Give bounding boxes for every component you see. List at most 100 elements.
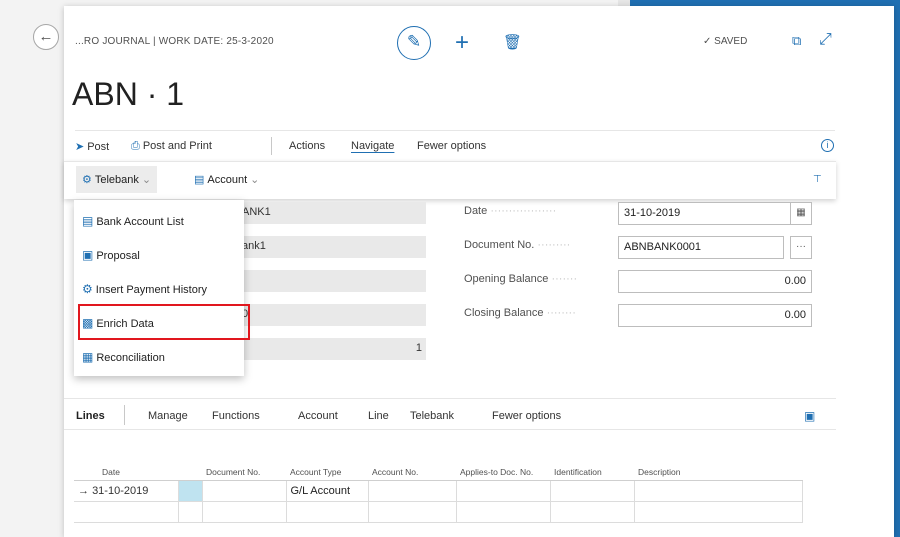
account-type-cell[interactable]: G/L Account (285, 479, 369, 502)
lines-line-menu[interactable]: Line (368, 410, 389, 422)
navigate-menu[interactable]: Navigate (351, 140, 394, 152)
chevron-down-icon: ⌄ (250, 174, 260, 186)
pin-icon[interactable]: ⊤ (813, 174, 822, 185)
chevron-down-icon: ⌄ (141, 174, 152, 186)
field-3[interactable] (238, 270, 426, 292)
lines-bar: Lines Manage Functions Account Line Tele… (64, 398, 836, 430)
expand-icon[interactable]: ⤢ (819, 31, 832, 49)
account-menu-button[interactable]: ▤ Account ⌄ (194, 173, 259, 186)
calendar-icon[interactable]: ▦ (790, 202, 812, 225)
applies-to-doc-no-cell[interactable] (455, 479, 551, 502)
row-arrow-icon: → (78, 484, 89, 497)
field-4[interactable]: 0 (238, 304, 426, 326)
leader-dots: ········· (537, 239, 571, 251)
fewer-options-button[interactable]: Fewer options (417, 140, 486, 152)
back-arrow-icon[interactable]: ← (33, 24, 59, 50)
table-row[interactable]: → 31-10-2019 G/L Account (74, 479, 803, 502)
telebank-icon: ⚙ (82, 174, 92, 186)
history-icon: ⚙ (82, 282, 93, 296)
opening-balance-input[interactable]: 0.00 (618, 270, 812, 293)
document-no-cell[interactable] (201, 479, 287, 502)
closing-balance-input[interactable]: 0.00 (618, 304, 812, 327)
leader-dots: ········ (546, 307, 576, 319)
document-no-cell[interactable] (201, 500, 287, 523)
account-label: Account (207, 174, 248, 186)
new-plus-icon[interactable]: + (455, 29, 469, 57)
page-topbar: ...RO JOURNAL | WORK DATE: 25-3-2020 ✎ +… (75, 26, 894, 60)
menu-item-bank-account-list[interactable]: ▤ Bank Account List (82, 214, 184, 228)
lines-table: Date Document No. Account Type Account N… (74, 444, 803, 523)
info-icon[interactable]: i (821, 139, 834, 152)
field-5[interactable]: 1 (238, 338, 426, 360)
page-title: ABN · 1 (72, 76, 185, 112)
description-cell[interactable] (633, 500, 803, 523)
lines-title: Lines (76, 410, 105, 422)
selected-cell[interactable] (177, 479, 203, 502)
date-label: Date ·················· (464, 205, 556, 217)
column-header-applies-to-doc-no[interactable]: Applies-to Doc. No. (456, 444, 550, 481)
delete-trash-icon[interactable]: 🗑 (503, 33, 522, 51)
column-header-description[interactable]: Description (634, 444, 802, 481)
breadcrumb: ...RO JOURNAL | WORK DATE: 25-3-2020 (75, 36, 274, 47)
document-no-input[interactable]: ABNBANK0001 (618, 236, 784, 259)
account-no-cell[interactable] (367, 500, 457, 523)
description-cell[interactable] (633, 479, 803, 502)
reconciliation-icon: ▦ (82, 350, 94, 364)
edit-pencil-icon[interactable]: ✎ (397, 26, 431, 60)
closing-balance-label: Closing Balance ········ (464, 307, 576, 319)
date-label-text: Date (464, 205, 488, 217)
table-row[interactable] (74, 500, 803, 523)
document-no-label: Document No. ········· (464, 239, 570, 251)
table-header-row: Date Document No. Account Type Account N… (74, 444, 802, 481)
actions-menu[interactable]: Actions (289, 140, 325, 152)
closing-balance-label-text: Closing Balance (464, 307, 544, 319)
account-no-cell[interactable] (367, 479, 457, 502)
telebank-label: Telebank (94, 174, 139, 186)
empty-cell[interactable] (177, 500, 203, 523)
menu-item-insert-payment-history[interactable]: ⚙ Insert Payment History (82, 282, 207, 296)
telebank-menu-button[interactable]: ⚙ Telebank ⌄ (76, 166, 158, 193)
proposal-icon: ▣ (82, 248, 94, 262)
opening-balance-label: Opening Balance ······· (464, 273, 577, 285)
identification-cell[interactable] (549, 479, 635, 502)
menu-item-proposal[interactable]: ▣ Proposal (82, 248, 140, 262)
post-and-print-button[interactable]: ⎙ Post and Print (131, 140, 212, 153)
action-bar: ➤ Post ⎙ Post and Print Actions Navigate F… (75, 130, 835, 158)
lines-fewer-options-button[interactable]: Fewer options (492, 410, 561, 422)
column-header-account-type[interactable]: Account Type (286, 444, 368, 481)
date-cell[interactable]: → 31-10-2019 (74, 479, 179, 502)
lines-telebank-menu[interactable]: Telebank (410, 410, 454, 422)
popout-icon[interactable]: ⧉ (792, 33, 801, 49)
expand-grid-icon[interactable]: ▣ (804, 409, 815, 423)
field-1[interactable]: ANK1 (238, 202, 426, 224)
page-card: ...RO JOURNAL | WORK DATE: 25-3-2020 ✎ +… (64, 6, 894, 537)
field-2[interactable]: ank1 (238, 236, 426, 258)
post-label: Post (87, 141, 110, 153)
post-icon: ➤ (75, 141, 85, 153)
column-header-account-no[interactable]: Account No. (368, 444, 456, 481)
saved-status: ✓ SAVED (703, 36, 748, 47)
column-header-identification[interactable]: Identification (550, 444, 634, 481)
identification-cell[interactable] (549, 500, 635, 523)
date-cell[interactable] (74, 500, 179, 523)
menu-item-reconciliation[interactable]: ▦ Reconciliation (82, 350, 165, 364)
menu-item-label: Insert Payment History (95, 284, 208, 296)
navigate-subbar: ⚙ Telebank ⌄ ▤ Account ⌄ ⊤ (64, 161, 836, 199)
menu-item-label: Proposal (96, 250, 140, 262)
ellipsis-icon[interactable]: ··· (790, 236, 812, 259)
lines-manage-menu[interactable]: Manage (148, 410, 188, 422)
date-input[interactable]: 31-10-2019 (618, 202, 798, 225)
account-icon: ▤ (194, 174, 205, 186)
separator (271, 137, 272, 155)
column-header-document-no[interactable]: Document No. (202, 444, 286, 481)
applies-to-doc-no-cell[interactable] (455, 500, 551, 523)
post-button[interactable]: ➤ Post (75, 140, 109, 153)
lines-functions-menu[interactable]: Functions (212, 410, 260, 422)
opening-balance-label-text: Opening Balance (464, 273, 549, 285)
date-value: 31-10-2019 (92, 484, 149, 497)
telebank-dropdown: ▤ Bank Account List ▣ Proposal ⚙ Insert Pay… (74, 200, 250, 376)
account-type-cell[interactable] (285, 500, 369, 523)
column-header-date[interactable]: Date (74, 444, 178, 481)
highlight-box (78, 304, 250, 340)
lines-account-menu[interactable]: Account (298, 410, 338, 422)
